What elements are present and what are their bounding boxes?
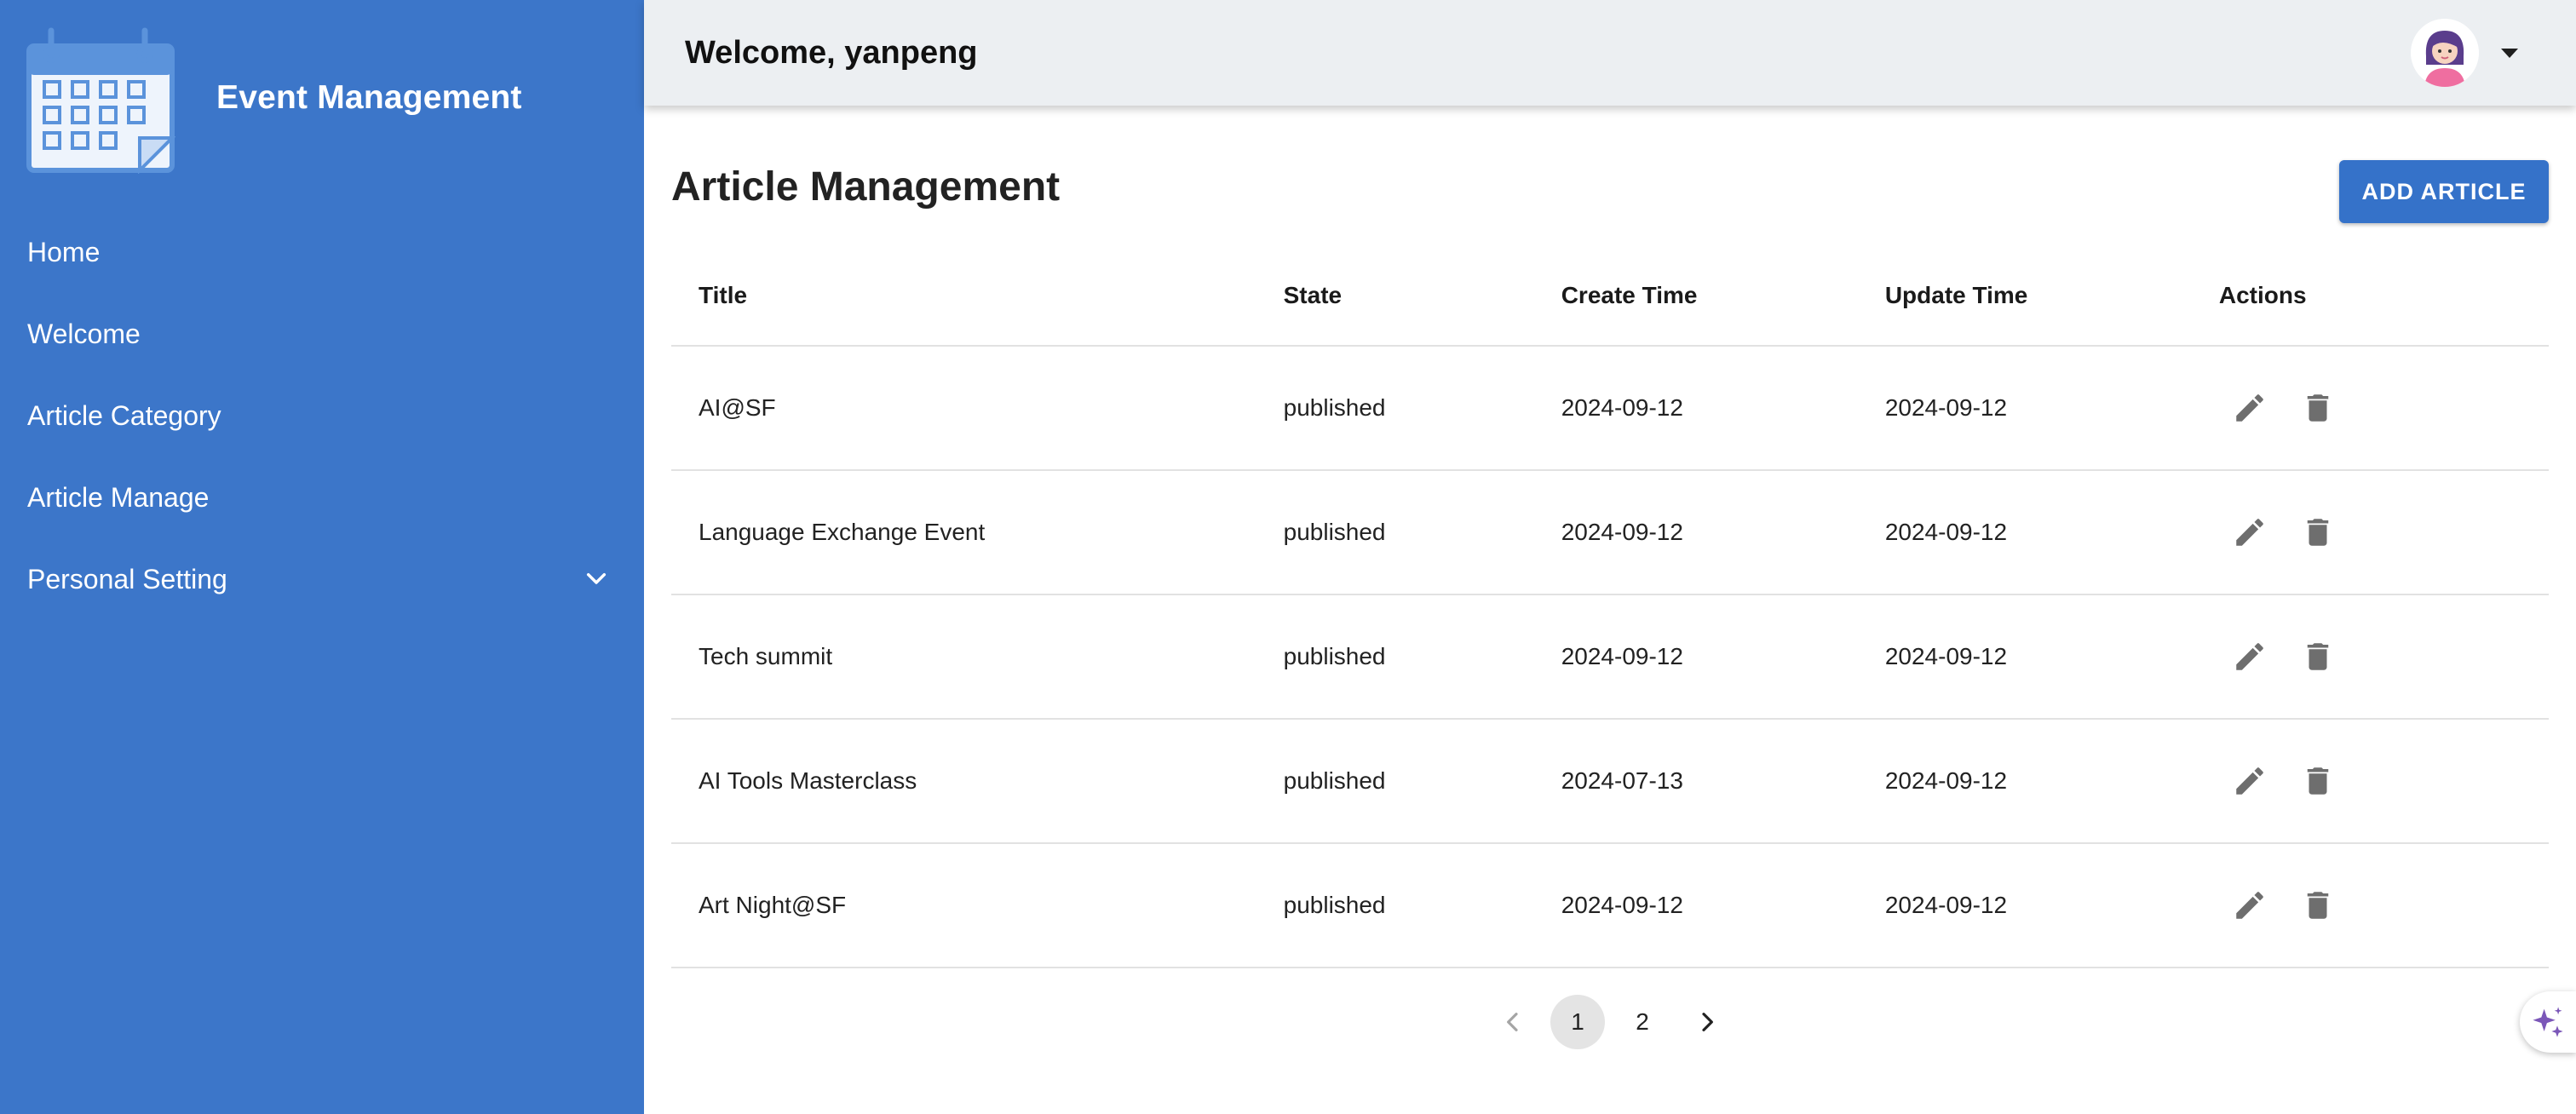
- cell-spacer: [2521, 346, 2549, 471]
- next-page-icon[interactable]: [1680, 995, 1734, 1049]
- main-content: Article Management ADD ARTICLE Title Sta…: [671, 106, 2549, 1114]
- page-button-2[interactable]: 2: [1615, 995, 1670, 1049]
- edit-icon[interactable]: [2231, 514, 2268, 551]
- app-name: Event Management: [216, 79, 522, 116]
- table-row: Art Night@SF published 2024-09-12 2024-0…: [671, 843, 2549, 968]
- cell-actions: [2191, 346, 2521, 471]
- cell-create-time: 2024-09-12: [1533, 843, 1858, 968]
- table-header-row: Title State Create Time Update Time Acti…: [671, 245, 2549, 347]
- sidebar-item-label: Personal Setting: [27, 563, 227, 594]
- sidebar-item-label: Article Category: [27, 399, 221, 431]
- cell-update-time: 2024-09-12: [1857, 594, 2192, 720]
- column-header-spacer: [2521, 245, 2549, 347]
- cell-update-time: 2024-09-12: [1857, 346, 2192, 471]
- user-avatar-icon[interactable]: [2411, 19, 2479, 87]
- cell-state: published: [1256, 719, 1534, 844]
- edit-icon[interactable]: [2231, 389, 2268, 427]
- sidebar-item-label: Article Manage: [27, 481, 210, 513]
- cell-title: Art Night@SF: [671, 843, 1256, 968]
- edit-icon[interactable]: [2231, 638, 2268, 675]
- sidebar-item-personal-setting[interactable]: Personal Setting: [0, 538, 644, 620]
- app: Event Management Home Welcome Article Ca…: [0, 0, 2576, 1114]
- column-header-update-time: Update Time: [1857, 245, 2192, 347]
- sidebar-item-label: Welcome: [27, 318, 141, 349]
- table-row: Language Exchange Event published 2024-0…: [671, 470, 2549, 595]
- delete-icon[interactable]: [2299, 638, 2337, 675]
- cell-actions: [2191, 594, 2521, 720]
- table-row: AI Tools Masterclass published 2024-07-1…: [671, 719, 2549, 844]
- calendar-logo-icon: [26, 27, 175, 174]
- cell-update-time: 2024-09-12: [1857, 843, 2192, 968]
- welcome-text: Welcome, yanpeng: [685, 34, 978, 71]
- cell-actions: [2191, 470, 2521, 595]
- table-row: Tech summit published 2024-09-12 2024-09…: [671, 594, 2549, 720]
- cell-spacer: [2521, 470, 2549, 595]
- delete-icon[interactable]: [2299, 762, 2337, 800]
- sidebar-item-home[interactable]: Home: [0, 211, 644, 293]
- brand[interactable]: Event Management: [26, 22, 522, 174]
- cell-update-time: 2024-09-12: [1857, 719, 2192, 844]
- article-table: Title State Create Time Update Time Acti…: [671, 245, 2549, 968]
- edit-icon[interactable]: [2231, 887, 2268, 924]
- sidebar-item-label: Home: [27, 236, 101, 267]
- delete-icon[interactable]: [2299, 514, 2337, 551]
- cell-state: published: [1256, 470, 1534, 595]
- cell-spacer: [2521, 719, 2549, 844]
- pagination: 1 2: [671, 995, 2549, 1049]
- cell-create-time: 2024-07-13: [1533, 719, 1858, 844]
- sidebar: Event Management Home Welcome Article Ca…: [0, 0, 644, 1114]
- previous-page-icon[interactable]: [1486, 995, 1540, 1049]
- column-header-state: State: [1256, 245, 1534, 347]
- cell-state: published: [1256, 594, 1534, 720]
- delete-icon[interactable]: [2299, 887, 2337, 924]
- sidebar-item-welcome[interactable]: Welcome: [0, 293, 644, 375]
- column-header-actions: Actions: [2191, 245, 2521, 347]
- delete-icon[interactable]: [2299, 389, 2337, 427]
- cell-title: Tech summit: [671, 594, 1256, 720]
- cell-title: Language Exchange Event: [671, 470, 1256, 595]
- page-title: Article Management: [671, 164, 1061, 210]
- cell-create-time: 2024-09-12: [1533, 470, 1858, 595]
- cell-state: published: [1256, 843, 1534, 968]
- table-row: AI@SF published 2024-09-12 2024-09-12: [671, 346, 2549, 471]
- cell-actions: [2191, 719, 2521, 844]
- sparkle-assistant-button[interactable]: [2520, 991, 2576, 1053]
- edit-icon[interactable]: [2231, 762, 2268, 800]
- sidebar-nav: Home Welcome Article Category Article Ma…: [0, 211, 644, 620]
- cell-actions: [2191, 843, 2521, 968]
- cell-title: AI Tools Masterclass: [671, 719, 1256, 844]
- cell-state: published: [1256, 346, 1534, 471]
- cell-title: AI@SF: [671, 346, 1256, 471]
- column-header-title: Title: [671, 245, 1256, 347]
- user-menu[interactable]: [2411, 19, 2521, 87]
- cell-update-time: 2024-09-12: [1857, 470, 2192, 595]
- cell-create-time: 2024-09-12: [1533, 346, 1858, 471]
- sidebar-item-article-category[interactable]: Article Category: [0, 375, 644, 457]
- sparkle-icon: [2533, 1007, 2563, 1037]
- cell-spacer: [2521, 843, 2549, 968]
- cell-create-time: 2024-09-12: [1533, 594, 1858, 720]
- chevron-down-icon[interactable]: [583, 566, 610, 593]
- cell-spacer: [2521, 594, 2549, 720]
- add-article-button[interactable]: ADD ARTICLE: [2339, 160, 2549, 223]
- caret-down-icon[interactable]: [2498, 44, 2521, 61]
- top-header: Welcome, yanpeng: [644, 0, 2576, 106]
- column-header-create-time: Create Time: [1533, 245, 1858, 347]
- page-button-1[interactable]: 1: [1550, 995, 1605, 1049]
- sidebar-item-article-manage[interactable]: Article Manage: [0, 457, 644, 538]
